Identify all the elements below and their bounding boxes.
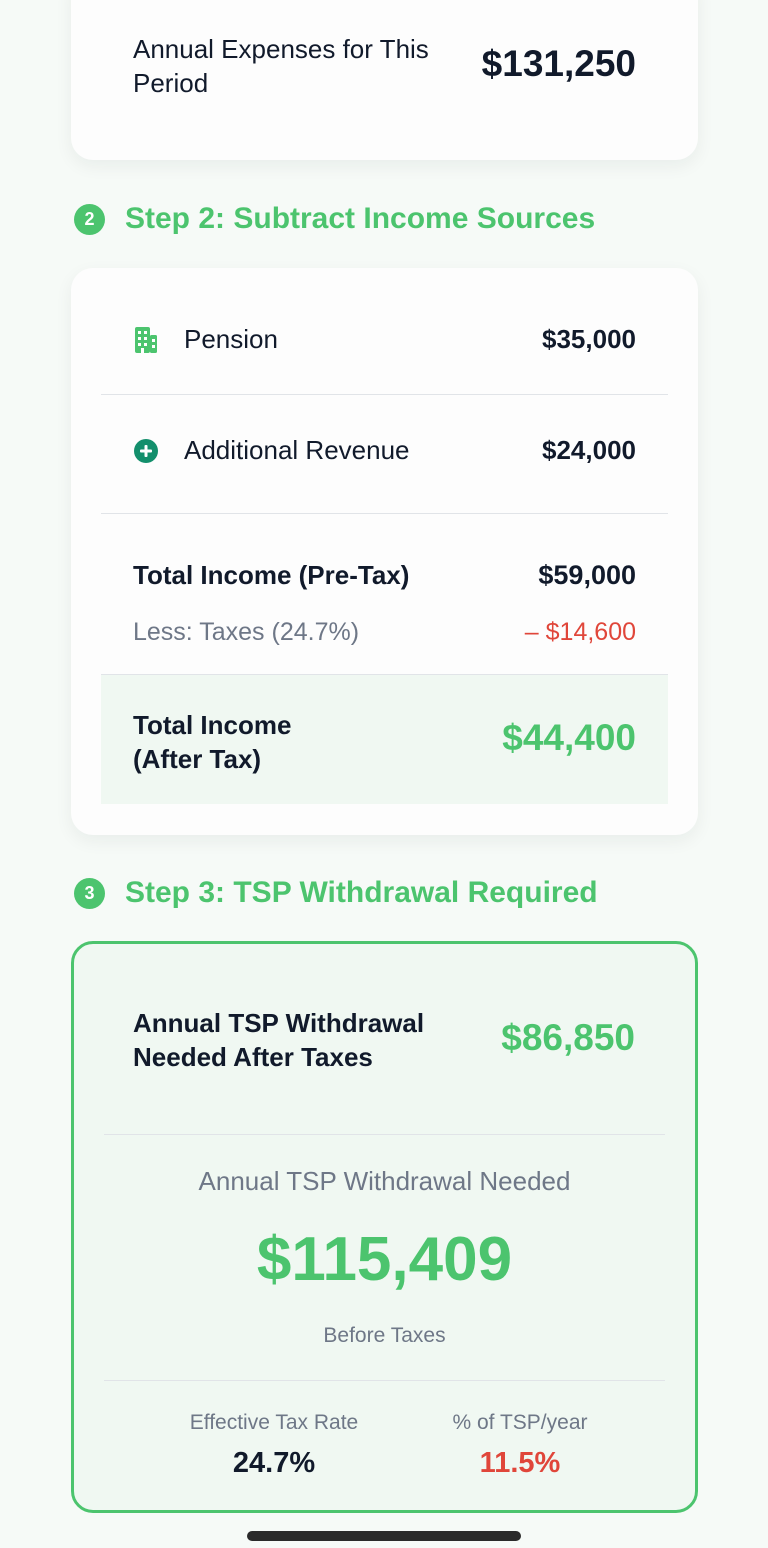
tsp-after-tax-label: Annual TSP Withdrawal Needed After Taxes (133, 1008, 425, 1072)
step-3-badge: 3 (74, 877, 105, 909)
pension-label: Pension (184, 324, 278, 354)
total-income-after-tax-label: Total Income (After Tax) (133, 710, 292, 774)
income-sources-card: Pension $35,000 Additional Revenue $24,0… (71, 268, 698, 835)
taxes-value: – $14,600 (524, 618, 636, 646)
before-taxes-caption: Before Taxes (323, 1324, 446, 1347)
divider (101, 513, 668, 514)
effective-tax-rate-value: 24.7% (232, 1447, 316, 1479)
effective-tax-rate-stat: Effective Tax Rate 24.7% (144, 1411, 404, 1480)
total-income-after-tax-value: $44,400 (502, 717, 636, 758)
total-income-pre-tax-label: Total Income (Pre-Tax) (133, 560, 410, 590)
pct-tsp-value: 11.5% (479, 1447, 561, 1479)
divider (104, 1134, 665, 1135)
divider (104, 1380, 665, 1381)
annual-expenses-label: Annual Expenses for This Period (133, 34, 429, 98)
pct-tsp-label: % of TSP/year (452, 1411, 588, 1434)
pension-value: $35,000 (542, 324, 636, 354)
additional-revenue-value: $24,000 (542, 435, 636, 465)
step-2-header: 2 Step 2: Subtract Income Sources (74, 202, 595, 236)
pct-tsp-stat: % of TSP/year 11.5% (390, 1411, 650, 1480)
annual-expenses-value: $131,250 (481, 43, 636, 84)
income-row-pension[interactable]: Pension $35,000 (133, 324, 636, 355)
home-indicator[interactable] (247, 1531, 521, 1541)
expenses-card: Annual Expenses for This Period $131,250 (71, 0, 698, 160)
after-tax-summary: Total Income (After Tax) $44,400 (101, 674, 668, 804)
tsp-needed-value: $115,409 (256, 1225, 513, 1294)
divider (101, 394, 668, 395)
step-2-title: Step 2: Subtract Income Sources (125, 202, 596, 235)
total-income-pre-tax-value: $59,000 (538, 560, 636, 590)
step-3-header: 3 Step 3: TSP Withdrawal Required (74, 876, 598, 910)
additional-revenue-label: Additional Revenue (184, 435, 410, 465)
taxes-label: Less: Taxes (24.7%) (133, 618, 360, 646)
tsp-withdrawal-card: Annual TSP Withdrawal Needed After Taxes… (71, 941, 698, 1513)
building-icon (133, 326, 159, 353)
tsp-after-tax-value: $86,850 (501, 1017, 635, 1058)
plus-circle-icon (133, 438, 159, 464)
income-row-additional-revenue[interactable]: Additional Revenue $24,000 (133, 435, 636, 466)
effective-tax-rate-label: Effective Tax Rate (189, 1411, 359, 1434)
step-3-title: Step 3: TSP Withdrawal Required (125, 876, 598, 909)
tsp-needed-label: Annual TSP Withdrawal Needed (198, 1166, 571, 1196)
step-2-badge: 2 (74, 203, 105, 235)
